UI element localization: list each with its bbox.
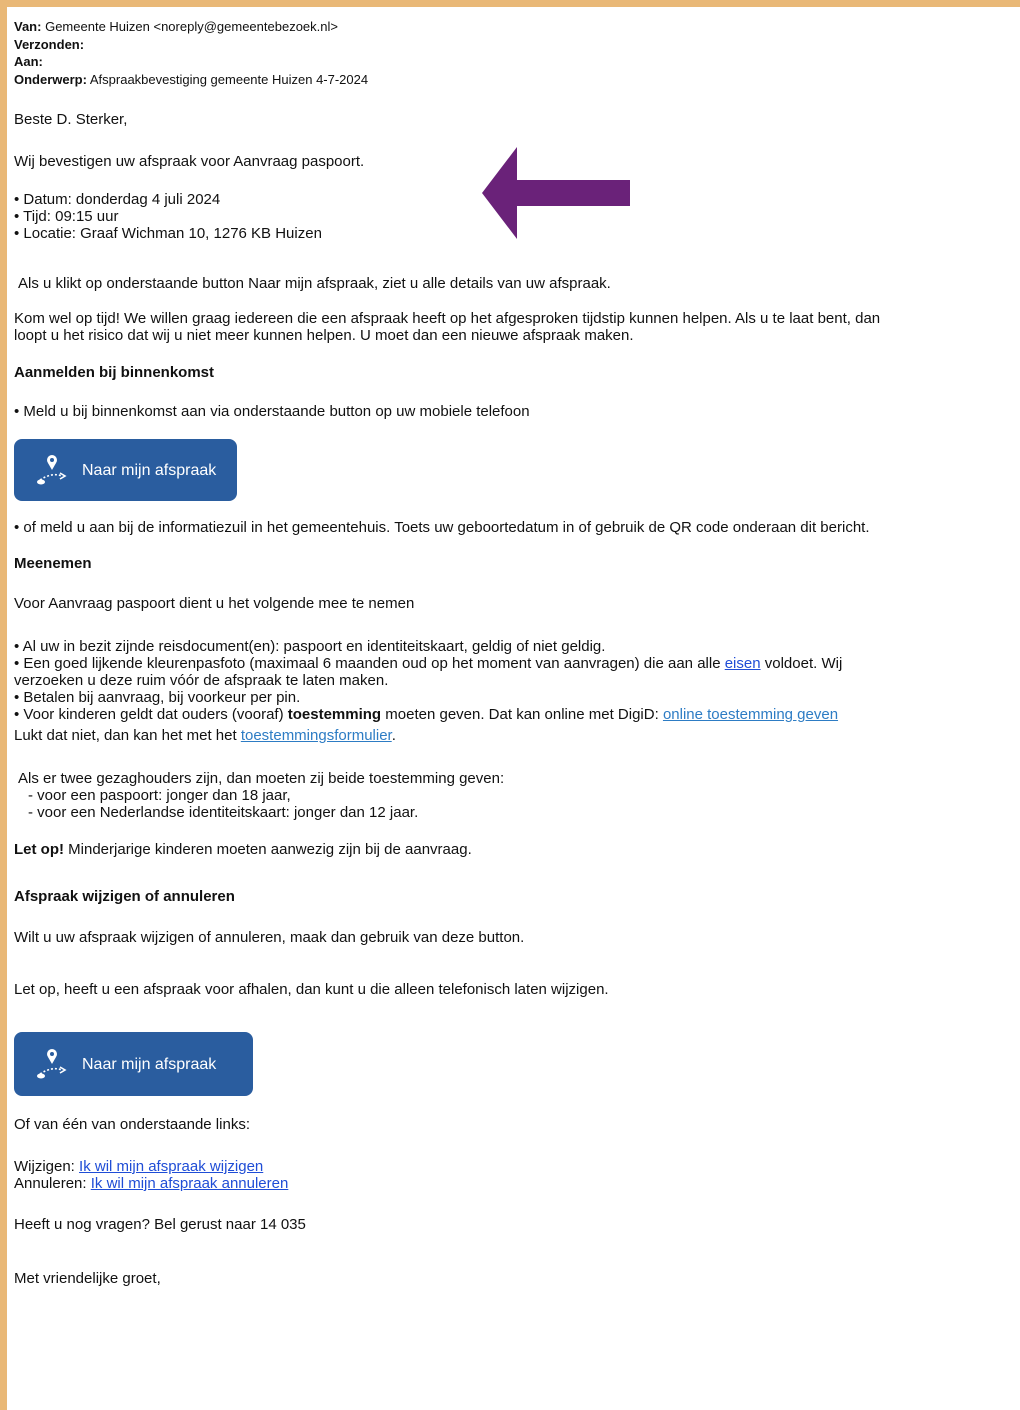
subject-value: Afspraakbevestiging gemeente Huizen 4-7-… bbox=[89, 71, 369, 87]
appointment-button-label: Naar mijn afspraak bbox=[82, 461, 217, 479]
bring-photo-text: • Een goed lijkende kleurenpasfoto (maxi… bbox=[14, 655, 725, 672]
consent-text-2: moeten geven. Dat kan online met DigiD: bbox=[381, 706, 663, 723]
checkin-text: • Meld u bij binnenkomst aan via onderst… bbox=[14, 403, 530, 420]
consent-bold: toestemming bbox=[287, 706, 382, 723]
sent-label: Verzonden: bbox=[14, 36, 85, 52]
pickup-text: Let op, heeft u een afspraak voor afhale… bbox=[14, 981, 609, 998]
bring-item-photo: • Een goed lijkende kleurenpasfoto (maxi… bbox=[14, 655, 1020, 672]
minor-note: Let op! Minderjarige kinderen moeten aan… bbox=[14, 841, 1020, 858]
bring-list: • Al uw in bezit zijnde reisdocument(en)… bbox=[14, 638, 1020, 744]
links-intro: Of van één van onderstaande links: bbox=[14, 1116, 250, 1133]
bring-item-consent: • Voor kinderen geldt dat ouders (vooraf… bbox=[14, 706, 1020, 723]
change-heading: Afspraak wijzigen of annuleren bbox=[14, 888, 235, 905]
guardians-line-2: - voor een paspoort: jonger dan 18 jaar, bbox=[28, 787, 291, 804]
change-line: Wijzigen: Ik wil mijn afspraak wijzigen bbox=[14, 1158, 1020, 1175]
appointment-button-1[interactable]: Naar mijn afspraak bbox=[14, 439, 237, 501]
location-pin-icon bbox=[37, 1049, 67, 1079]
on-time-line-1: Kom wel op tijd! We willen graag iederee… bbox=[14, 310, 881, 327]
cancel-line: Annuleren: Ik wil mijn afspraak annulere… bbox=[14, 1175, 1020, 1192]
consent-form-link[interactable]: toestemmingsformulier bbox=[241, 727, 392, 744]
questions-text: Heeft u nog vragen? Bel gerust naar 14 0… bbox=[14, 1216, 306, 1233]
greeting: Beste D. Sterker, bbox=[14, 111, 128, 128]
bring-item-photo-cont: verzoeken u deze ruim vóór de afspraak t… bbox=[14, 672, 389, 689]
note-bold: Let op! bbox=[14, 841, 64, 858]
consent-form-dot: . bbox=[391, 727, 396, 744]
subject-label: Onderwerp: bbox=[14, 71, 87, 87]
guardians-line-1: Als er twee gezaghouders zijn, dan moete… bbox=[18, 770, 505, 787]
to-label: Aan: bbox=[14, 54, 43, 69]
appointment-button-2[interactable]: Naar mijn afspraak bbox=[14, 1032, 253, 1096]
requirements-link[interactable]: eisen bbox=[725, 655, 761, 672]
change-label: Wijzigen: bbox=[14, 1158, 80, 1175]
from-label: Van: bbox=[14, 19, 42, 34]
consent-text: • Voor kinderen geldt dat ouders (vooraf… bbox=[14, 706, 288, 723]
guardians-line-3: - voor een Nederlandse identiteitskaart:… bbox=[28, 804, 419, 821]
bring-item-documents: • Al uw in bezit zijnde reisdocument(en)… bbox=[14, 638, 606, 655]
click-info: Als u klikt op onderstaande button Naar … bbox=[18, 275, 611, 292]
consent-form-text: Lukt dat niet, dan kan het met het bbox=[14, 727, 241, 744]
bring-heading: Meenemen bbox=[14, 555, 92, 572]
email-window: Van: Gemeente Huizen <noreply@gemeentebe… bbox=[7, 7, 1020, 1410]
bring-item-payment: • Betalen bij aanvraag, bij voorkeur per… bbox=[14, 689, 301, 706]
checkin-heading: Aanmelden bij binnenkomst bbox=[14, 364, 215, 381]
online-consent-link[interactable]: online toestemming geven bbox=[663, 706, 838, 723]
cancel-label: Annuleren: bbox=[14, 1175, 91, 1192]
closing-text: Met vriendelijke groet, bbox=[14, 1270, 161, 1287]
change-links: Wijzigen: Ik wil mijn afspraak wijzigen … bbox=[14, 1158, 1020, 1192]
cancel-appointment-link[interactable]: Ik wil mijn afspraak annuleren bbox=[91, 1175, 289, 1192]
arrow-left-icon bbox=[482, 147, 630, 239]
location-pin-icon bbox=[37, 455, 67, 485]
bring-photo-text-2: voldoet. Wij bbox=[760, 655, 843, 672]
on-time-line-2: loopt u het risico dat wij u niet meer k… bbox=[14, 327, 634, 344]
guardians-block: Als er twee gezaghouders zijn, dan moete… bbox=[14, 770, 1020, 821]
change-text: Wilt u uw afspraak wijzigen of annuleren… bbox=[14, 929, 525, 946]
email-header: Van: Gemeente Huizen <noreply@gemeentebe… bbox=[14, 18, 1020, 88]
checkin-alt: • of meld u aan bij de informatiezuil in… bbox=[14, 519, 870, 536]
note-text: Minderjarige kinderen moeten aanwezig zi… bbox=[64, 841, 472, 858]
bring-intro: Voor Aanvraag paspoort dient u het volge… bbox=[14, 595, 415, 612]
change-appointment-link[interactable]: Ik wil mijn afspraak wijzigen bbox=[79, 1158, 263, 1175]
from-value: Gemeente Huizen <noreply@gemeentebezoek.… bbox=[45, 19, 338, 34]
consent-form-line: Lukt dat niet, dan kan het met het toest… bbox=[14, 727, 1020, 744]
appointment-button-label: Naar mijn afspraak bbox=[82, 1055, 217, 1073]
